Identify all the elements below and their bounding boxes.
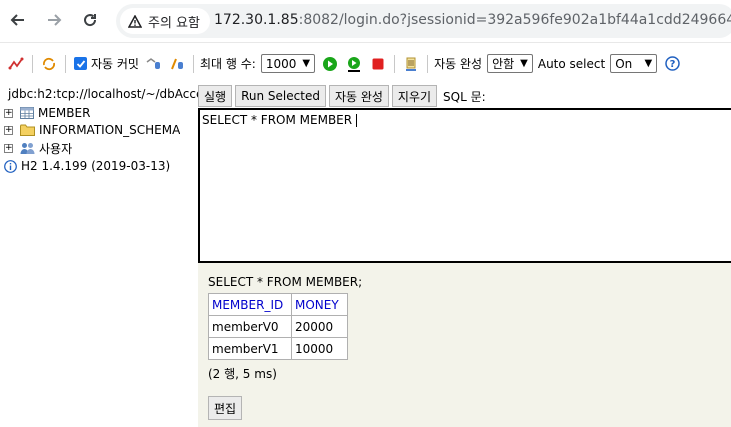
max-rows-select[interactable]: 1000 ▼ <box>260 54 316 73</box>
address-bar[interactable]: 주의 요함 172.30.1.85:8082/login.do?jsession… <box>116 4 731 38</box>
history-icon <box>406 57 417 71</box>
column-header[interactable]: MEMBER_ID <box>208 293 292 316</box>
column-header[interactable]: MONEY <box>291 293 348 316</box>
url-path: :8082/login.do?jsessionid=392a596fe902a1… <box>298 12 731 28</box>
max-rows-label: 최대 행 수: <box>199 57 256 71</box>
console-toolbar: 자동 커밋 최대 행 수: 1000 ▼ 자동 완성 안함 ▼ Auto sel… <box>0 42 731 84</box>
tree-item-information-schema[interactable]: + INFORMATION_SCHEMA <box>4 123 180 137</box>
sql-toolbar: 실행 Run Selected 자동 완성 지우기 SQL 문: <box>198 84 731 108</box>
cancel-button[interactable] <box>369 55 387 73</box>
help-button[interactable]: ? <box>663 55 681 73</box>
forward-button[interactable] <box>42 8 66 32</box>
autocomplete-value: 안함 <box>492 57 515 71</box>
security-chip[interactable]: 주의 요함 <box>120 8 210 34</box>
max-rows-value: 1000 <box>265 56 297 71</box>
refresh-icon <box>42 57 56 70</box>
help-icon: ? <box>664 56 680 71</box>
toolbar-divider <box>394 54 396 73</box>
result-summary: (2 행, 5 ms) <box>208 367 277 381</box>
folder-icon <box>20 124 35 136</box>
result-query: SELECT * FROM MEMBER; <box>208 275 363 289</box>
chevron-down-icon: ▼ <box>644 58 653 69</box>
auto-select-value: On <box>615 56 633 71</box>
sql-editor[interactable]: SELECT * FROM MEMBER <box>198 108 731 263</box>
run-step-button[interactable] <box>345 55 363 73</box>
url-text[interactable]: 172.30.1.85:8082/login.do?jsessionid=392… <box>214 12 731 28</box>
back-arrow-icon <box>10 14 24 26</box>
chevron-down-icon: ▼ <box>302 58 311 69</box>
autocomplete-button[interactable]: 자동 완성 <box>328 85 389 107</box>
sql-statement-label: SQL 문: <box>443 89 486 104</box>
auto-select-label: Auto select <box>537 56 606 71</box>
tree-item-member[interactable]: + MEMBER <box>4 106 90 120</box>
svg-text:?: ? <box>669 59 675 70</box>
table-cell: memberV0 <box>208 315 292 338</box>
history-button[interactable] <box>402 55 420 73</box>
checkmark-icon <box>76 59 85 68</box>
toolbar-divider <box>65 54 66 73</box>
auto-commit-label: 자동 커밋 <box>91 57 139 71</box>
execute-button[interactable]: 실행 <box>198 85 233 107</box>
disconnect-icon <box>8 57 24 69</box>
rollback-button[interactable] <box>144 55 162 73</box>
toolbar-divider <box>32 54 33 73</box>
commit-button[interactable] <box>168 55 186 73</box>
autocomplete-label: 자동 완성 <box>434 57 483 71</box>
expand-icon[interactable]: + <box>4 144 13 153</box>
table-icon <box>20 107 34 119</box>
disconnect-button[interactable] <box>7 55 25 73</box>
schema-tree: jdbc:h2:tcp://localhost/~/dbAcces + MEMB… <box>0 84 200 427</box>
table-header-row: MEMBER_ID MONEY <box>208 293 348 316</box>
autocomplete-select[interactable]: 안함 ▼ <box>487 54 533 73</box>
step-play-icon <box>348 56 361 72</box>
tree-connection[interactable]: jdbc:h2:tcp://localhost/~/dbAcces <box>4 87 200 101</box>
reload-button[interactable] <box>78 8 102 32</box>
table-row: memberV0 20000 <box>208 315 348 338</box>
tree-item-label: 사용자 <box>39 142 73 156</box>
auto-commit-checkbox[interactable] <box>74 57 87 70</box>
sql-editor-text: SELECT * FROM MEMBER <box>202 113 353 127</box>
expand-icon[interactable]: + <box>4 125 13 135</box>
stop-icon <box>372 58 384 69</box>
users-icon <box>20 143 35 154</box>
edit-button[interactable]: 편집 <box>208 396 243 420</box>
forward-arrow-icon <box>48 14 62 26</box>
tree-item-label: MEMBER <box>38 106 91 120</box>
warning-icon <box>128 14 142 28</box>
tree-item-label: INFORMATION_SCHEMA <box>39 123 181 137</box>
tree-item-users[interactable]: + 사용자 <box>4 140 72 157</box>
reload-icon <box>84 14 97 27</box>
result-panel: SELECT * FROM MEMBER; MEMBER_ID MONEY me… <box>198 263 731 427</box>
connection-url: jdbc:h2:tcp://localhost/~/dbAcces <box>8 87 200 101</box>
run-selected-button[interactable]: Run Selected <box>235 85 326 107</box>
commit-icon <box>171 58 183 69</box>
run-button[interactable] <box>321 55 339 73</box>
result-table: MEMBER_ID MONEY memberV0 20000 memberV1 … <box>208 293 348 360</box>
toolbar-divider <box>192 54 194 73</box>
table-cell: 20000 <box>291 315 348 338</box>
rollback-icon <box>146 57 160 69</box>
table-row: memberV1 10000 <box>208 337 348 360</box>
play-icon <box>323 56 338 71</box>
version-label: H2 1.4.199 (2019-03-13) <box>21 159 171 173</box>
browser-bar: 주의 요함 172.30.1.85:8082/login.do?jsession… <box>0 0 731 42</box>
clear-button[interactable]: 지우기 <box>391 85 438 107</box>
text-cursor <box>356 114 358 127</box>
tree-version: H2 1.4.199 (2019-03-13) <box>4 159 170 173</box>
info-icon <box>4 159 17 173</box>
table-cell: memberV1 <box>208 337 292 360</box>
expand-icon[interactable]: + <box>4 108 13 118</box>
toolbar-divider <box>427 54 429 73</box>
url-host: 172.30.1.85 <box>214 12 299 28</box>
refresh-button[interactable] <box>40 55 58 73</box>
chevron-down-icon: ▼ <box>520 58 528 69</box>
table-cell: 10000 <box>291 337 348 360</box>
security-label: 주의 요함 <box>148 15 200 31</box>
auto-select-select[interactable]: On ▼ <box>610 54 658 73</box>
back-button[interactable] <box>6 8 30 32</box>
